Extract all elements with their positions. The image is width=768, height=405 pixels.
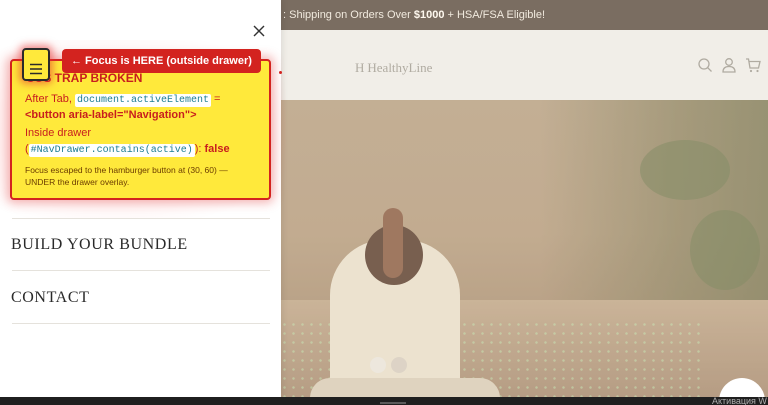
debug-code-contains: #NavDrawer.contains(active) <box>28 144 195 157</box>
nav-item-contact[interactable]: CONTACT <box>11 289 89 307</box>
debug-note-line-2: UNDER the drawer overlay. <box>25 177 130 187</box>
close-icon <box>253 25 265 37</box>
debug-note-line-1: Focus escaped to the hamburger button at… <box>25 165 228 175</box>
hamburger-icon <box>30 63 42 75</box>
hamburger-menu-button[interactable] <box>22 48 50 81</box>
debug-contains-line: (#NavDrawer.contains(active)): false <box>25 143 230 157</box>
debug-active-element-line: After Tab, document.activeElement = <box>25 93 221 107</box>
os-activation-watermark: Активация W <box>712 396 767 405</box>
debug-active-element-value: <button aria-label="Navigation"> <box>25 109 197 121</box>
focus-callout-label: ← Focus is HERE (outside drawer) <box>62 49 261 73</box>
debug-code-active-element: document.activeElement <box>74 94 211 107</box>
nav-item-build-your-bundle[interactable]: BUILD YOUR BUNDLE <box>11 236 188 254</box>
taskbar-handle <box>380 402 406 404</box>
callout-marker-dot <box>279 71 282 74</box>
debug-contains-value: false <box>204 143 230 155</box>
debug-inside-drawer-label: Inside drawer <box>25 127 92 139</box>
drawer-close-button[interactable] <box>250 22 268 40</box>
drawer-divider <box>12 218 270 219</box>
drawer-divider <box>12 270 270 271</box>
drawer-divider <box>12 323 270 324</box>
